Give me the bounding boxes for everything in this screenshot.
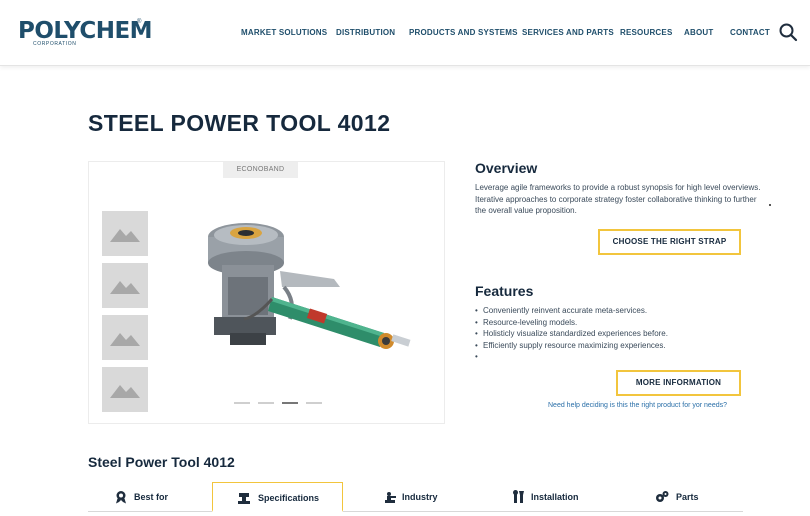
machine-icon [238,493,250,504]
brand-badge: ECONOBAND [223,162,298,178]
logo-registered-mark: ® [137,19,142,25]
polychem-logo[interactable]: POLYCHEM ® CORPORATION [18,18,153,48]
page-title: STEEL POWER TOOL 4012 [88,110,391,136]
features-heading: Features [475,283,534,299]
image-placeholder-icon [110,229,140,242]
tab-label: Specifications [258,493,320,503]
carousel-dot[interactable] [258,402,274,404]
tab-specifications[interactable]: Specifications [212,482,343,512]
logo-subtitle: CORPORATION [33,41,77,47]
feature-item: Resource-leveling models. [475,317,765,329]
nav-services-and-parts[interactable]: SERVICES AND PARTS [522,28,614,37]
gallery-thumbnail[interactable] [102,211,148,256]
nav-market-solutions[interactable]: MARKET SOLUTIONS [241,28,327,37]
gallery-thumbnail[interactable] [102,367,148,412]
search-icon[interactable] [778,22,798,42]
carousel-dot[interactable] [234,402,250,404]
nav-about[interactable]: ABOUT [684,28,713,37]
carousel-dot-active[interactable] [282,402,298,404]
tab-label: Installation [531,492,579,502]
tab-best-for[interactable]: Best for [88,482,212,512]
feature-item: Efficiently supply resource maximizing e… [475,340,765,352]
tab-industry[interactable]: Industry [343,482,474,512]
tab-label: Best for [134,492,169,502]
image-placeholder-icon [110,385,140,398]
feature-item: Holisticly visualize standardized experi… [475,328,765,340]
overview-text: Leverage agile frameworks to provide a r… [475,183,761,215]
feature-item: Conveniently reinvent accurate meta-serv… [475,305,765,317]
tab-label: Parts [676,492,699,502]
nav-distribution[interactable]: DISTRIBUTION [336,28,395,37]
tools-icon [513,490,524,503]
gallery-thumbnail[interactable] [102,263,148,308]
gears-icon [656,491,669,502]
tab-installation[interactable]: Installation [474,482,608,512]
product-image [208,223,411,349]
overview-heading: Overview [475,160,538,176]
industry-icon [385,492,396,503]
help-link[interactable]: Need help deciding is this the right pro… [548,402,727,409]
image-placeholder-icon [110,281,140,294]
features-list: Conveniently reinvent accurate meta-serv… [475,305,765,363]
nav-contact[interactable]: CONTACT [730,28,770,37]
product-gallery: ECONOBAND [88,161,445,424]
more-information-button[interactable]: MORE INFORMATION [616,370,741,396]
product-subtitle: Steel Power Tool 4012 [88,454,235,470]
nav-resources[interactable]: RESOURCES [620,28,672,37]
carousel-dot[interactable] [306,402,322,404]
choose-strap-button[interactable]: CHOOSE THE RIGHT STRAP [598,229,741,255]
tab-label: Industry [402,492,438,502]
award-icon [116,491,126,504]
gallery-thumbnail[interactable] [102,315,148,360]
feature-item [475,351,765,363]
stray-mark [769,204,771,206]
nav-products-and-systems[interactable]: PRODUCTS AND SYSTEMS [409,28,518,37]
tab-parts[interactable]: Parts [608,482,743,512]
site-header: POLYCHEM ® CORPORATION MARKET SOLUTIONS … [0,0,810,66]
image-placeholder-icon [110,333,140,346]
